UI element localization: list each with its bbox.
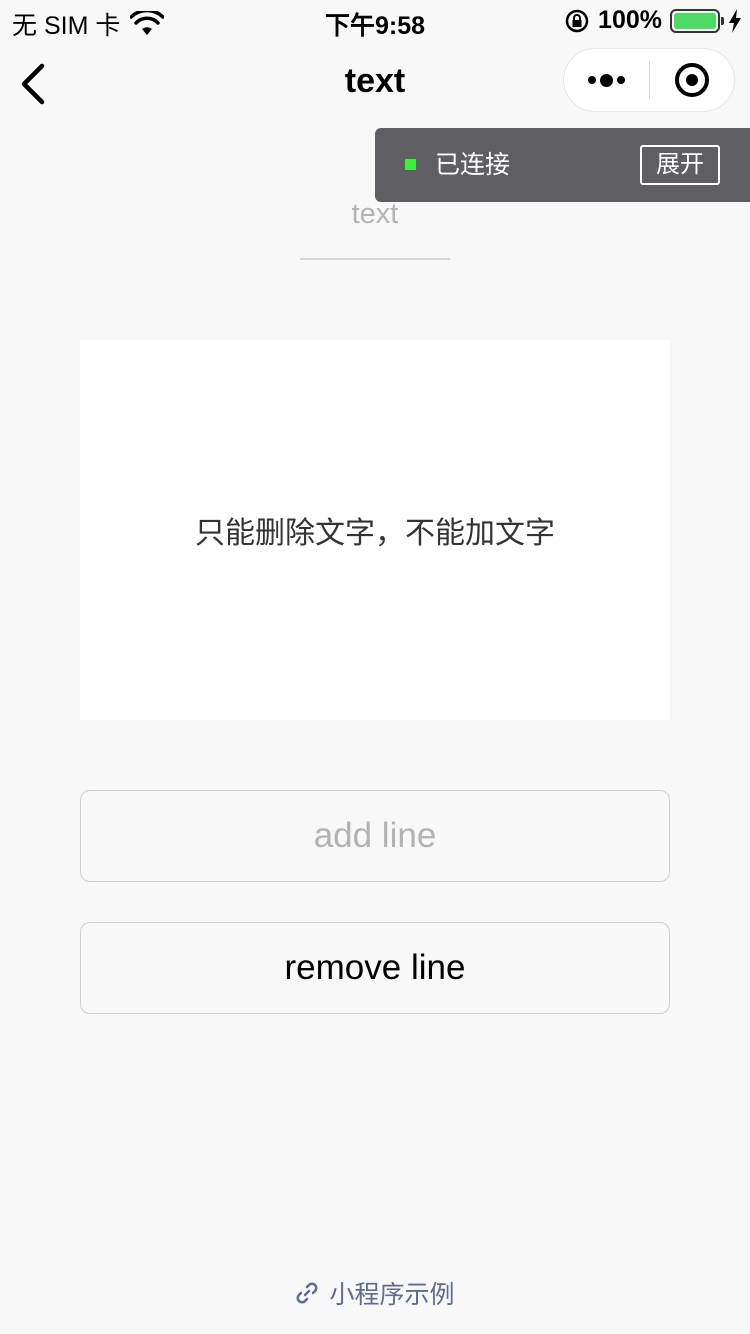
more-dots-icon <box>588 73 625 87</box>
battery-icon <box>670 8 724 33</box>
more-button[interactable] <box>564 48 649 112</box>
content-text: 只能删除文字，不能加文字 <box>195 517 555 550</box>
close-miniprogram-button[interactable] <box>650 48 734 112</box>
page: 无 SIM 卡 下午9:58 100% text 已连接 展开 text 只能删… <box>0 0 750 1334</box>
target-icon <box>674 63 709 97</box>
footer-label: 小程序示例 <box>329 1281 455 1309</box>
connection-indicator <box>405 159 416 170</box>
expand-button[interactable]: 展开 <box>640 145 720 185</box>
status-right: 100% <box>564 6 742 35</box>
link-icon <box>297 1282 318 1304</box>
connection-panel: 已连接 展开 <box>375 128 750 202</box>
rotation-lock-icon <box>565 9 589 32</box>
page-heading-text: text <box>351 198 399 230</box>
connection-status: 已连接 <box>435 151 511 179</box>
remove-line-button[interactable]: remove line <box>80 922 670 1014</box>
add-line-button[interactable]: add line <box>80 790 670 882</box>
navigation-bar: text <box>0 40 750 128</box>
charging-bolt-icon <box>729 8 741 33</box>
text-display-box: 只能删除文字，不能加文字 <box>80 340 670 720</box>
page-heading: text <box>300 192 450 260</box>
battery-level <box>674 12 716 29</box>
status-bar: 无 SIM 卡 下午9:58 100% <box>0 0 750 40</box>
menu-capsule <box>563 48 735 112</box>
battery-percent: 100% <box>598 6 662 34</box>
footer[interactable]: 小程序示例 <box>0 1275 750 1311</box>
